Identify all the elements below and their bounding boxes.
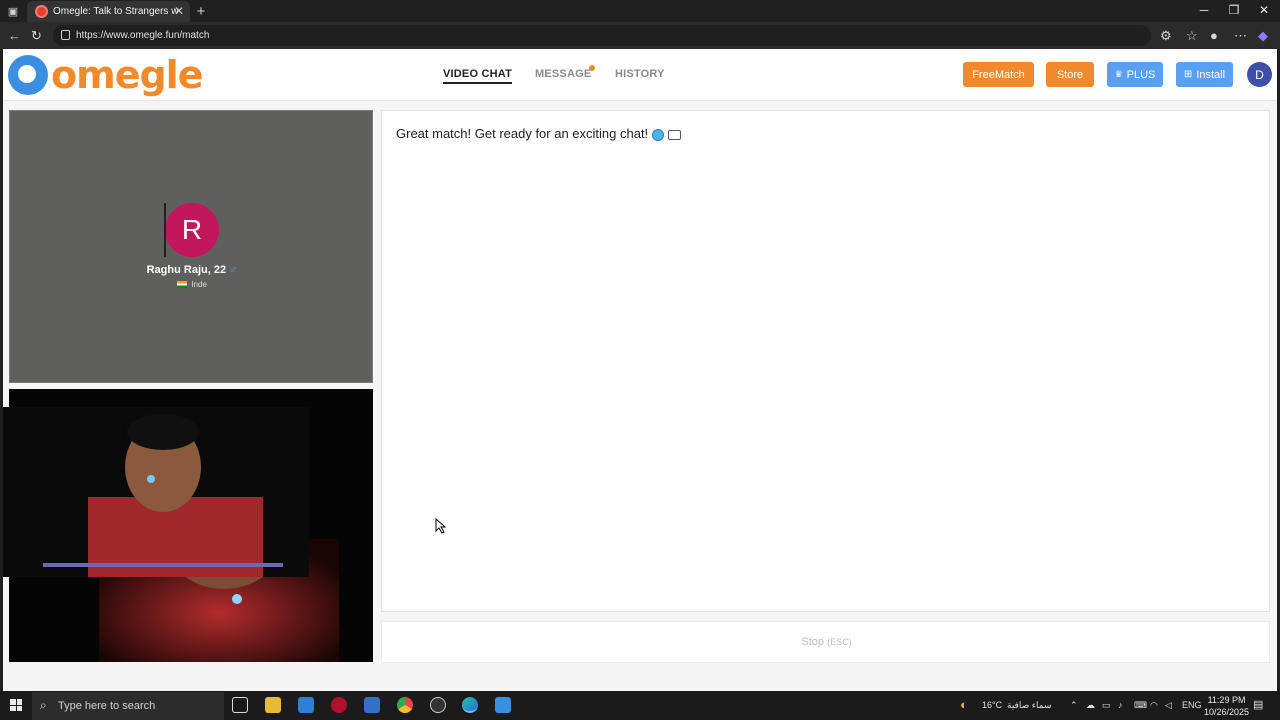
clock-date: 10/26/2025 (1204, 707, 1250, 717)
chrome-icon[interactable] (397, 697, 413, 713)
stop-button[interactable]: Stop (ESC) (382, 636, 1271, 648)
globe-emoji-icon (652, 128, 665, 141)
remote-country-text: Inde (191, 280, 207, 289)
close-window-icon[interactable]: ✕ (1250, 3, 1278, 17)
windows-taskbar: ⌕ Type here to search ◐ 16°C سماء صافية … (0, 691, 1280, 720)
app-gray-icon[interactable] (430, 697, 446, 713)
avatar-divider (164, 203, 166, 257)
favorites-icon[interactable]: ☆ (1186, 28, 1198, 44)
back-icon[interactable]: ← (8, 28, 21, 43)
url-text: https://www.omegle.fun/match (76, 30, 210, 41)
address-bar-row: ← ↻ https://www.omegle.fun/match ⚙ ☆ ● ⋯… (0, 22, 1280, 49)
mail-icon[interactable] (298, 697, 314, 713)
clock-time: 11:29 PM (1207, 695, 1246, 705)
show-hidden-icons[interactable]: ⌃ (1070, 700, 1078, 711)
remote-video-panel: R Raghu Raju, 22 ♂ Inde (9, 110, 373, 383)
stop-label: Stop (801, 636, 825, 648)
taskbar-search[interactable]: ⌕ Type here to search (32, 692, 224, 720)
clock[interactable]: 11:29 PM 10/26/2025 (1204, 694, 1249, 718)
plus-label: PLUS (1126, 68, 1156, 81)
system-message-text: Great match! Get ready for an exciting c… (396, 126, 649, 141)
wifi-icon[interactable]: ◠ (1150, 700, 1158, 711)
weather-text[interactable]: سماء صافية (1007, 700, 1051, 711)
file-explorer-icon[interactable] (265, 697, 281, 713)
edge-icon[interactable] (462, 697, 478, 713)
tab-close-icon[interactable]: ✕ (174, 4, 184, 18)
webpage: omegle VIDEO CHAT MESSAGE HISTORY FreeMa… (3, 49, 1277, 691)
battery-icon[interactable]: ▭ (1102, 700, 1111, 711)
install-label: Install (1196, 68, 1226, 81)
task-view-icon[interactable] (232, 697, 248, 713)
shield-app-icon[interactable] (364, 697, 380, 713)
search-placeholder: Type here to search (58, 700, 156, 712)
weather-temp[interactable]: 16°C (982, 700, 1002, 710)
app-red-icon[interactable] (331, 697, 347, 713)
extensions-icon[interactable]: ⚙ (1160, 28, 1172, 44)
weather-icon: ◐ (960, 697, 968, 712)
plus-button[interactable]: ♛ PLUS (1107, 62, 1163, 87)
tab-title: Omegle: Talk to Strangers w (53, 6, 179, 17)
logo-text: omegle (51, 53, 203, 97)
chat-log: Great match! Get ready for an exciting c… (381, 110, 1270, 612)
remote-avatar: R (165, 203, 219, 257)
network-cloud-icon[interactable]: ☁ (1086, 700, 1095, 711)
site-header: omegle VIDEO CHAT MESSAGE HISTORY FreeMa… (3, 49, 1277, 101)
gender-icon: ♂ (229, 264, 238, 276)
search-icon: ⌕ (40, 698, 47, 712)
language-indicator[interactable]: ENG (1182, 700, 1202, 710)
tab-video-chat[interactable]: VIDEO CHAT (443, 68, 513, 84)
mouse-cursor-icon (435, 518, 447, 534)
lock-icon (61, 30, 70, 40)
refresh-icon[interactable]: ↻ (31, 28, 42, 44)
ime-icon[interactable]: ⌨ (1134, 700, 1147, 711)
volume-icon[interactable]: ◁ (1165, 700, 1172, 711)
system-message: Great match! Get ready for an exciting c… (396, 126, 682, 141)
profile-icon[interactable]: ● (1210, 28, 1218, 43)
overlay-video-image (3, 407, 309, 577)
crown-icon: ♛ (1114, 69, 1123, 79)
speech-bubble-icon (668, 129, 682, 140)
minimize-icon[interactable]: ─ (1190, 3, 1218, 17)
install-button[interactable]: ⊞ Install (1176, 62, 1233, 87)
remote-name: Raghu Raju, 22 ♂ (10, 264, 374, 276)
user-avatar[interactable]: D (1247, 62, 1272, 87)
browser-tab[interactable]: Omegle: Talk to Strangers w ✕ (27, 1, 190, 22)
store-button[interactable]: Store (1046, 62, 1094, 87)
url-field[interactable]: https://www.omegle.fun/match (53, 25, 1151, 46)
notification-dot (589, 65, 595, 71)
browser-titlebar: ▣ Omegle: Talk to Strangers w ✕ + ─ ❐ ✕ (0, 0, 1280, 22)
omegle-favicon-icon (35, 5, 48, 18)
restore-icon[interactable]: ❐ (1220, 3, 1248, 17)
new-tab-icon[interactable]: + (194, 3, 208, 20)
microphone-icon[interactable]: ♪ (1118, 700, 1123, 710)
stop-bar: Stop (ESC) (381, 621, 1270, 663)
stop-shortcut: (ESC) (827, 637, 852, 647)
tab-history[interactable]: HISTORY (615, 68, 665, 80)
omegle-logo[interactable]: omegle (8, 53, 203, 97)
remote-country: Inde (10, 280, 374, 289)
tab-message[interactable]: MESSAGE (535, 68, 591, 80)
notification-icon[interactable]: ▤ (1253, 698, 1263, 711)
photos-app-icon[interactable] (495, 697, 511, 713)
window-menu-icon[interactable]: ▣ (6, 4, 20, 18)
install-icon: ⊞ (1183, 69, 1193, 80)
logo-icon (8, 55, 48, 95)
windows-start-icon[interactable] (10, 699, 22, 711)
camera-overlay-video (3, 407, 309, 577)
india-flag-icon (177, 281, 188, 289)
remote-name-text: Raghu Raju, 22 (146, 264, 227, 276)
copilot-icon[interactable]: ◆ (1258, 28, 1268, 44)
freematch-button[interactable]: FreeMatch (963, 62, 1034, 87)
more-icon[interactable]: ⋯ (1234, 28, 1247, 44)
